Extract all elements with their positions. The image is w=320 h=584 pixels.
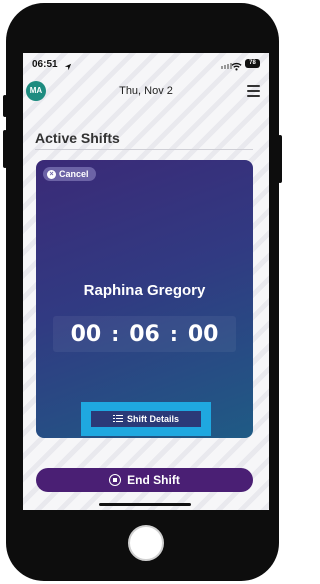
status-bar: 06:51 78: [23, 53, 269, 75]
close-circle-icon: ×: [47, 169, 56, 179]
phone-side-button-right: [278, 135, 282, 183]
location-arrow-icon: [64, 58, 72, 76]
home-indicator[interactable]: [99, 503, 191, 506]
shift-details-label: Shift Details: [126, 414, 179, 424]
timer-separator: :: [111, 322, 120, 346]
phone-side-button-left-2: [3, 130, 7, 168]
header-date: Thu, Nov 2: [119, 85, 173, 97]
active-shift-card: × Cancel Raphina Gregory 00 : 06 : 00 Sh…: [36, 160, 253, 438]
phone-home-button[interactable]: [128, 525, 164, 561]
section-divider: [35, 149, 253, 150]
shift-details-highlight: Shift Details: [81, 402, 211, 436]
cancel-button[interactable]: × Cancel: [43, 167, 96, 181]
app-header: Thu, Nov 2 MA: [23, 77, 269, 107]
app-screen: 06:51 78 Thu, Nov 2 MA Active Shifts × C…: [23, 53, 269, 510]
battery-icon: 78: [245, 59, 260, 68]
wifi-icon: [231, 58, 242, 76]
end-shift-label: End Shift: [127, 473, 180, 487]
timer-minutes: 06: [129, 321, 160, 347]
stop-circle-icon: [109, 474, 122, 486]
timer-hours: 00: [70, 321, 102, 347]
end-shift-button[interactable]: End Shift: [36, 468, 253, 492]
shift-timer: 00 : 06 : 00: [53, 316, 236, 352]
timer-separator: :: [169, 322, 178, 346]
section-title: Active Shifts: [35, 130, 120, 146]
hamburger-menu-icon[interactable]: [247, 85, 262, 98]
avatar[interactable]: MA: [26, 81, 46, 101]
shift-details-button[interactable]: Shift Details: [91, 411, 201, 427]
list-icon: [112, 415, 123, 423]
status-time: 06:51: [32, 59, 58, 70]
timer-seconds: 00: [187, 321, 219, 347]
shift-employee-name: Raphina Gregory: [83, 282, 206, 299]
phone-side-button-left-1: [3, 95, 7, 117]
cancel-label: Cancel: [59, 169, 89, 179]
